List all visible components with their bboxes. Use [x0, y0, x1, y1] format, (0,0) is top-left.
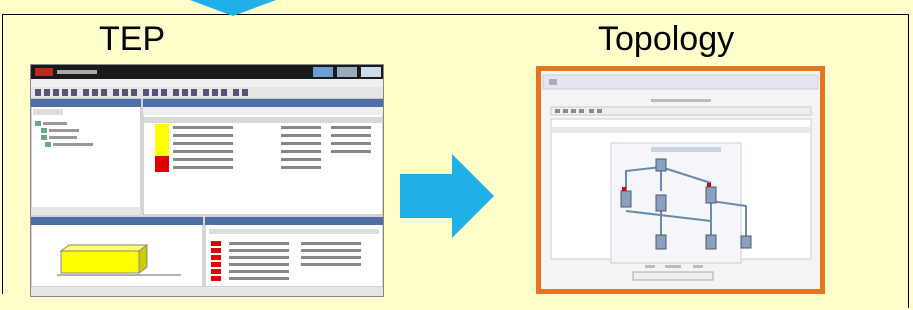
topology-screenshot-image — [541, 71, 820, 289]
tep-label: TEP — [99, 20, 166, 58]
right-arrow — [400, 154, 494, 238]
topology-screenshot — [536, 66, 825, 294]
tep-screenshot — [30, 64, 384, 297]
tep-screenshot-image — [31, 65, 383, 296]
diagram-left-border — [2, 14, 3, 294]
topology-label: Topology — [598, 20, 735, 58]
top-down-arrow — [190, 0, 276, 16]
